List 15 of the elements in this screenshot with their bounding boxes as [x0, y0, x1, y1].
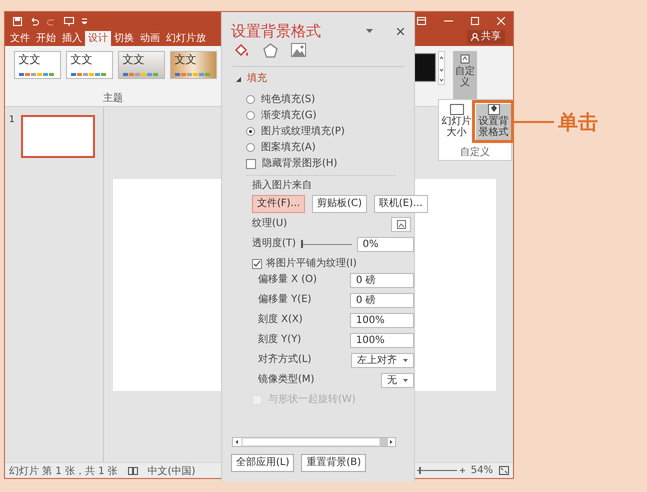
field-label: 镜像类型(M): [258, 374, 314, 386]
transparency-label: 透明度(T): [252, 238, 296, 250]
group-label: 主题: [103, 93, 123, 104]
texture-label: 纹理(U): [252, 218, 288, 230]
callout-label: 单击: [558, 110, 598, 134]
field-label: 偏移量 X (O): [258, 274, 317, 286]
field-label: 偏移量 Y(E): [258, 294, 312, 306]
insert-from-label: 插入图片来自: [252, 180, 313, 192]
slide-count-label: 幻灯片 第 1 张，共 1 张: [9, 464, 118, 478]
field-label: 对齐方式(L): [258, 354, 312, 366]
slide-number: 1: [9, 115, 15, 127]
field-label: 刻度 Y(Y): [258, 334, 302, 346]
group-label: 自定义: [460, 148, 490, 158]
panel-title: 设置背景格式: [231, 22, 322, 40]
field-label: 刻度 X(X): [258, 314, 303, 326]
